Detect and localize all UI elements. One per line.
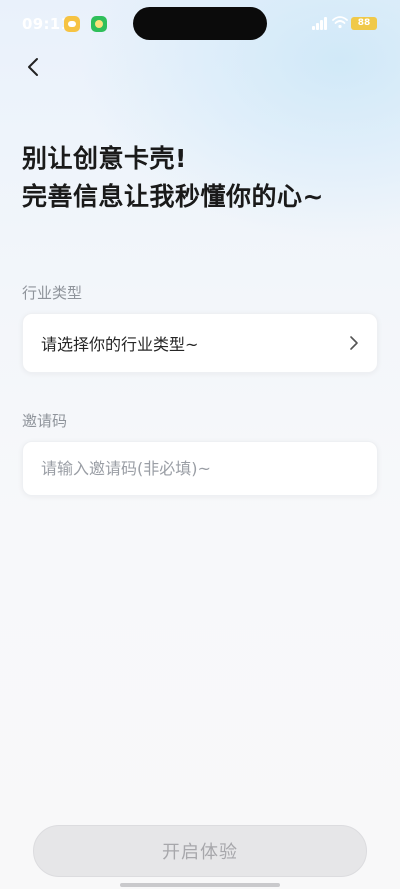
wifi-icon <box>332 16 348 29</box>
invite-code-card <box>22 441 378 496</box>
back-button[interactable] <box>18 52 48 82</box>
start-experience-button[interactable]: 开启体验 <box>33 825 367 877</box>
battery-level: 88 <box>357 18 371 28</box>
home-indicator <box>120 883 280 887</box>
app-notification-icon <box>64 16 80 32</box>
page-title: 别让创意卡壳! 完善信息让我秒懂你的心~ <box>22 140 324 216</box>
camera-cutout <box>133 7 267 40</box>
invite-code-input[interactable] <box>23 442 377 495</box>
industry-label: 行业类型 <box>22 284 83 302</box>
app-notification-icon <box>91 16 107 32</box>
title-line-2: 完善信息让我秒懂你的心~ <box>22 182 324 211</box>
chevron-left-icon <box>28 58 38 76</box>
invite-code-label: 邀请码 <box>22 412 68 430</box>
status-bar: 09:11 88 <box>0 0 400 48</box>
chevron-right-icon <box>350 336 358 350</box>
industry-select-text: 请选择你的行业类型~ <box>41 335 199 354</box>
signal-icon <box>312 17 328 30</box>
battery-icon: 88 <box>351 17 377 30</box>
industry-select[interactable]: 请选择你的行业类型~ <box>22 313 378 373</box>
title-line-1: 别让创意卡壳! <box>22 144 187 173</box>
